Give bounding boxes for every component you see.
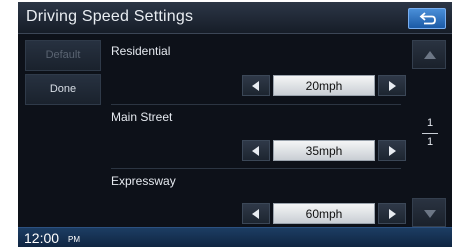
back-arrow-icon (419, 12, 436, 25)
arrow-left-icon (252, 146, 259, 156)
title-bar: Driving Speed Settings (18, 2, 452, 34)
main-street-label: Main Street (111, 110, 173, 124)
page-total: 1 (426, 136, 434, 148)
row-divider (111, 104, 401, 105)
arrow-right-icon (389, 81, 396, 91)
page-title: Driving Speed Settings (26, 8, 194, 25)
clock-time: 12:00 (24, 230, 60, 246)
scroll-up-button[interactable] (412, 40, 446, 69)
main-street-speed-value: 35mph (273, 140, 375, 161)
expressway-label: Expressway (111, 174, 176, 188)
residential-increase-button[interactable] (378, 75, 406, 96)
settings-screen: Driving Speed Settings Default Done Resi… (18, 2, 452, 247)
page-current: 1 (426, 117, 434, 129)
residential-label: Residential (111, 44, 171, 58)
back-button[interactable] (408, 8, 446, 29)
triangle-up-icon (424, 51, 436, 59)
default-button[interactable]: Default (25, 40, 101, 71)
done-button[interactable]: Done (25, 74, 101, 105)
arrow-right-icon (389, 146, 396, 156)
page-divider (422, 133, 438, 134)
clock-ampm: PM (68, 235, 80, 244)
main-street-decrease-button[interactable] (242, 140, 270, 161)
status-bar: 12:00 PM (18, 227, 452, 247)
scroll-down-button[interactable] (412, 198, 446, 227)
main-street-increase-button[interactable] (378, 140, 406, 161)
residential-speed-value: 20mph (273, 75, 375, 96)
expressway-increase-button[interactable] (378, 203, 406, 224)
arrow-right-icon (389, 209, 396, 219)
arrow-left-icon (252, 81, 259, 91)
arrow-left-icon (252, 209, 259, 219)
row-divider (111, 168, 401, 169)
triangle-down-icon (424, 210, 436, 218)
expressway-decrease-button[interactable] (242, 203, 270, 224)
expressway-speed-value: 60mph (273, 203, 375, 224)
residential-decrease-button[interactable] (242, 75, 270, 96)
